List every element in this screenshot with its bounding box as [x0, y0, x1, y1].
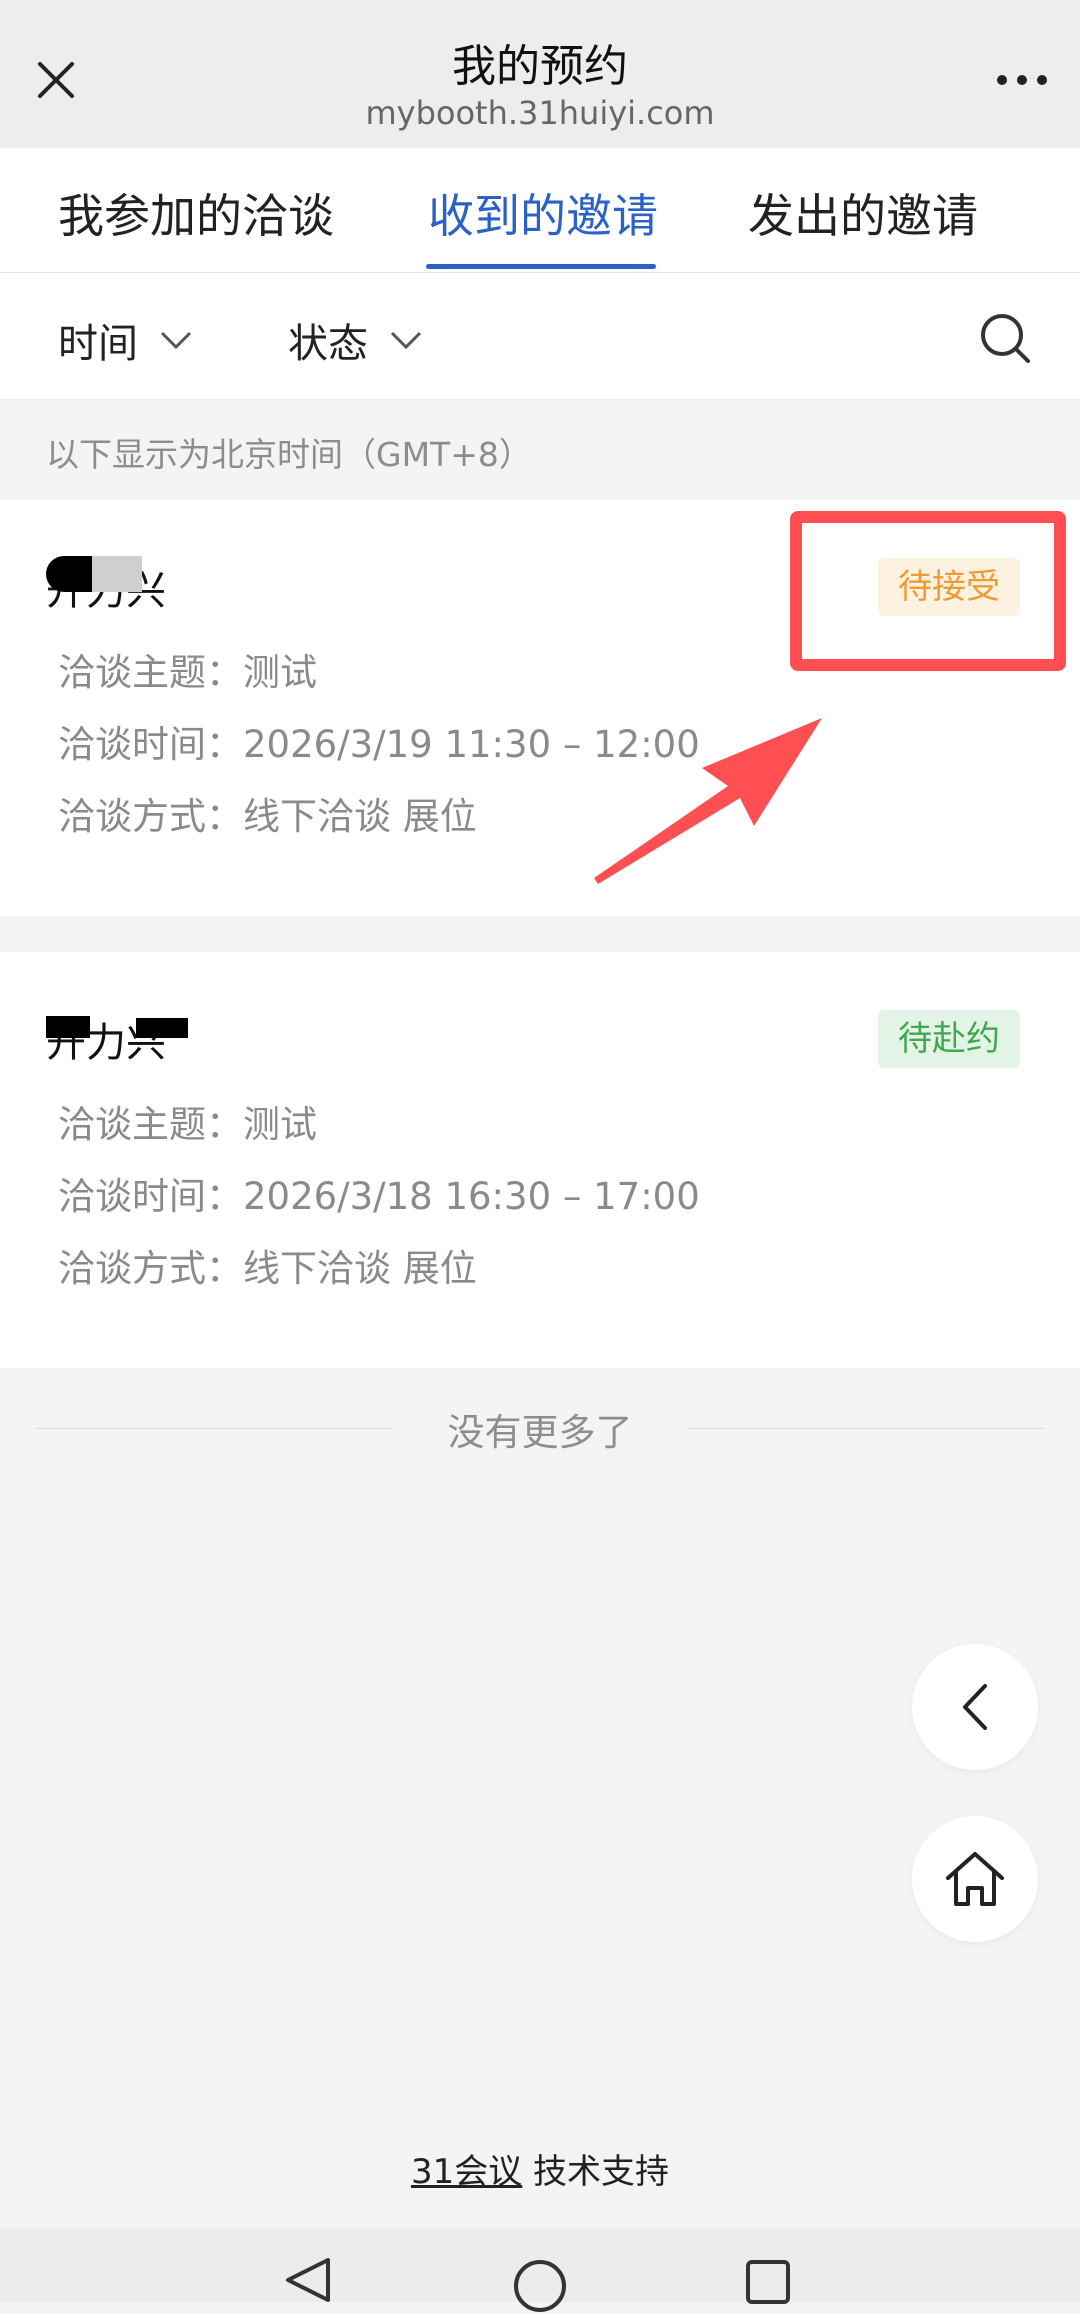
back-button[interactable] — [912, 1644, 1038, 1770]
time-label: 洽谈时间： — [58, 1175, 243, 1218]
topic-row: 洽谈主题：测试 — [58, 1094, 317, 1148]
nav-home-icon[interactable] — [512, 2258, 568, 2314]
time-filter[interactable]: 时间 — [58, 311, 192, 369]
mode-value: 线下洽谈 展位 — [243, 795, 477, 838]
mode-label: 洽谈方式： — [58, 795, 243, 838]
system-nav-bar — [0, 2228, 1080, 2312]
topic-label: 洽谈主题： — [58, 1103, 243, 1146]
mode-value: 线下洽谈 展位 — [243, 1247, 477, 1290]
topic-value: 测试 — [243, 651, 317, 694]
tab-received-invitations[interactable]: 收到的邀请 — [428, 180, 658, 246]
title-bar: 我的预约 mybooth.31huiyi.com — [0, 0, 1080, 148]
nav-back-icon[interactable] — [282, 2258, 332, 2302]
footer: 31会议 技术支持 — [0, 2144, 1080, 2193]
filter-bar: 时间 状态 — [0, 273, 1080, 400]
list-end-text: 没有更多了 — [447, 1411, 633, 1454]
more-icon — [997, 75, 1047, 85]
active-tab-indicator — [426, 264, 656, 269]
home-icon — [946, 1852, 1004, 1906]
time-filter-label: 时间 — [58, 321, 138, 367]
time-row: 洽谈时间：2026/3/18 16:30 – 17:00 — [58, 1166, 700, 1220]
back-icon — [963, 1684, 987, 1730]
footer-brand-link[interactable]: 31会议 — [411, 2152, 522, 2192]
mode-label: 洽谈方式： — [58, 1247, 243, 1290]
time-value: 2026/3/18 16:30 – 17:00 — [243, 1175, 700, 1218]
time-label: 洽谈时间： — [58, 723, 243, 766]
footer-text: 技术支持 — [522, 2152, 670, 2192]
more-button[interactable] — [986, 40, 1058, 120]
page-title: 我的预约 — [452, 41, 628, 92]
tab-bar: 我参加的洽谈 收到的邀请 发出的邀请 — [0, 148, 1080, 273]
redaction-mark — [92, 556, 142, 592]
chevron-down-icon — [390, 331, 422, 350]
status-filter[interactable]: 状态 — [288, 311, 422, 369]
redaction-mark — [46, 556, 92, 592]
tab-my-meetings[interactable]: 我参加的洽谈 — [58, 180, 334, 246]
invitation-card[interactable]: 开力兴 待赴约 洽谈主题：测试 洽谈时间：2026/3/18 16:30 – 1… — [0, 952, 1080, 1368]
topic-row: 洽谈主题：测试 — [58, 642, 317, 696]
divider — [688, 1428, 1044, 1429]
topic-value: 测试 — [243, 1103, 317, 1146]
home-button[interactable] — [912, 1816, 1038, 1942]
tab-sent-invitations[interactable]: 发出的邀请 — [748, 180, 978, 246]
search-icon — [981, 314, 1030, 363]
chevron-down-icon — [160, 331, 192, 350]
status-badge: 待赴约 — [878, 1010, 1020, 1068]
annotation-highlight-box — [790, 511, 1066, 671]
nav-recent-icon[interactable] — [744, 2258, 792, 2306]
timezone-note: 以下显示为北京时间（GMT+8） — [46, 435, 532, 474]
topic-label: 洽谈主题： — [58, 651, 243, 694]
list-end: 没有更多了 — [0, 1402, 1080, 1454]
search-button[interactable] — [978, 311, 1032, 365]
annotation-arrow-icon — [594, 718, 822, 884]
mode-row: 洽谈方式：线下洽谈 展位 — [58, 1238, 477, 1292]
mode-row: 洽谈方式：线下洽谈 展位 — [58, 786, 477, 840]
redaction-mark — [46, 1016, 90, 1038]
status-filter-label: 状态 — [288, 321, 368, 367]
page-url: mybooth.31huiyi.com — [365, 94, 715, 132]
redaction-mark — [136, 1018, 188, 1038]
